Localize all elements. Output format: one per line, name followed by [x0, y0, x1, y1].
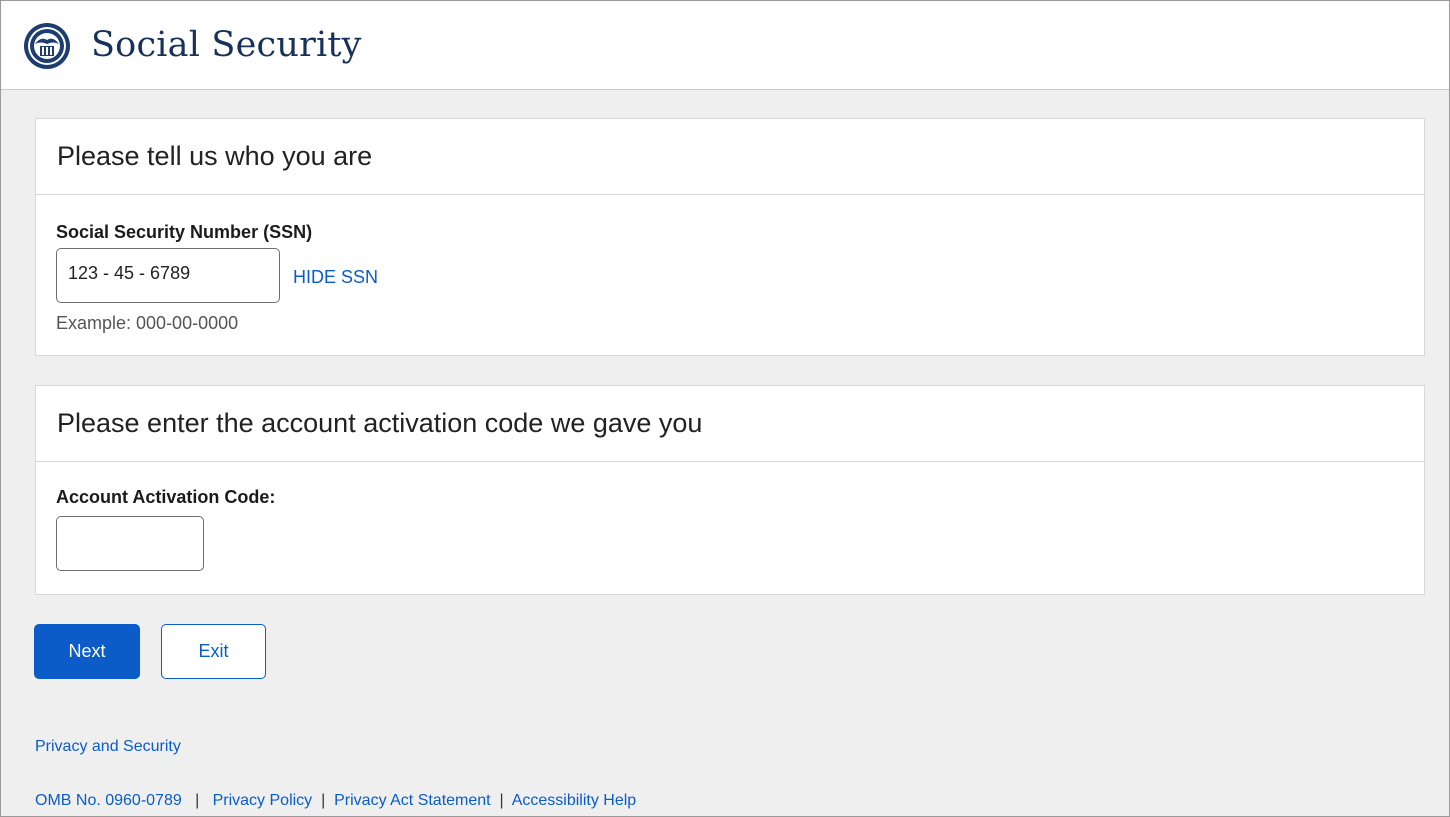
site-header: Social Security: [1, 1, 1449, 90]
footer-separator: |: [321, 792, 326, 809]
ssn-input[interactable]: 123 - 45 - 6789: [56, 248, 280, 303]
footer-links: OMB No. 0960-0789 | Privacy Policy | Pri…: [35, 792, 636, 810]
activation-panel-title: Please enter the account activation code…: [36, 386, 1424, 462]
brand-title: Social Security: [91, 25, 362, 65]
ssn-panel: Please tell us who you are Social Securi…: [35, 118, 1425, 356]
footer-separator: |: [195, 792, 200, 809]
ssa-seal-icon[interactable]: [23, 22, 71, 70]
ssn-panel-title: Please tell us who you are: [36, 119, 1424, 195]
hide-ssn-link[interactable]: HIDE SSN: [293, 267, 378, 288]
activation-code-label: Account Activation Code:: [56, 487, 276, 507]
omb-number-link[interactable]: OMB No. 0960-0789: [35, 792, 182, 809]
privacy-policy-link[interactable]: Privacy Policy: [213, 792, 313, 809]
ssn-input-value: 123 - 45 - 6789: [68, 263, 191, 283]
privacy-act-statement-link[interactable]: Privacy Act Statement: [334, 792, 491, 809]
exit-button[interactable]: Exit: [161, 624, 266, 679]
ssn-example-hint: Example: 000-00-0000: [56, 313, 239, 333]
accessibility-help-link[interactable]: Accessibility Help: [512, 792, 636, 809]
next-button[interactable]: Next: [34, 624, 140, 679]
ssn-label: Social Security Number (SSN): [56, 222, 313, 242]
activation-panel: Please enter the account activation code…: [35, 385, 1425, 595]
footer-separator: |: [499, 792, 504, 809]
privacy-and-security-link[interactable]: Privacy and Security: [35, 738, 181, 756]
activation-code-input[interactable]: [56, 516, 204, 571]
